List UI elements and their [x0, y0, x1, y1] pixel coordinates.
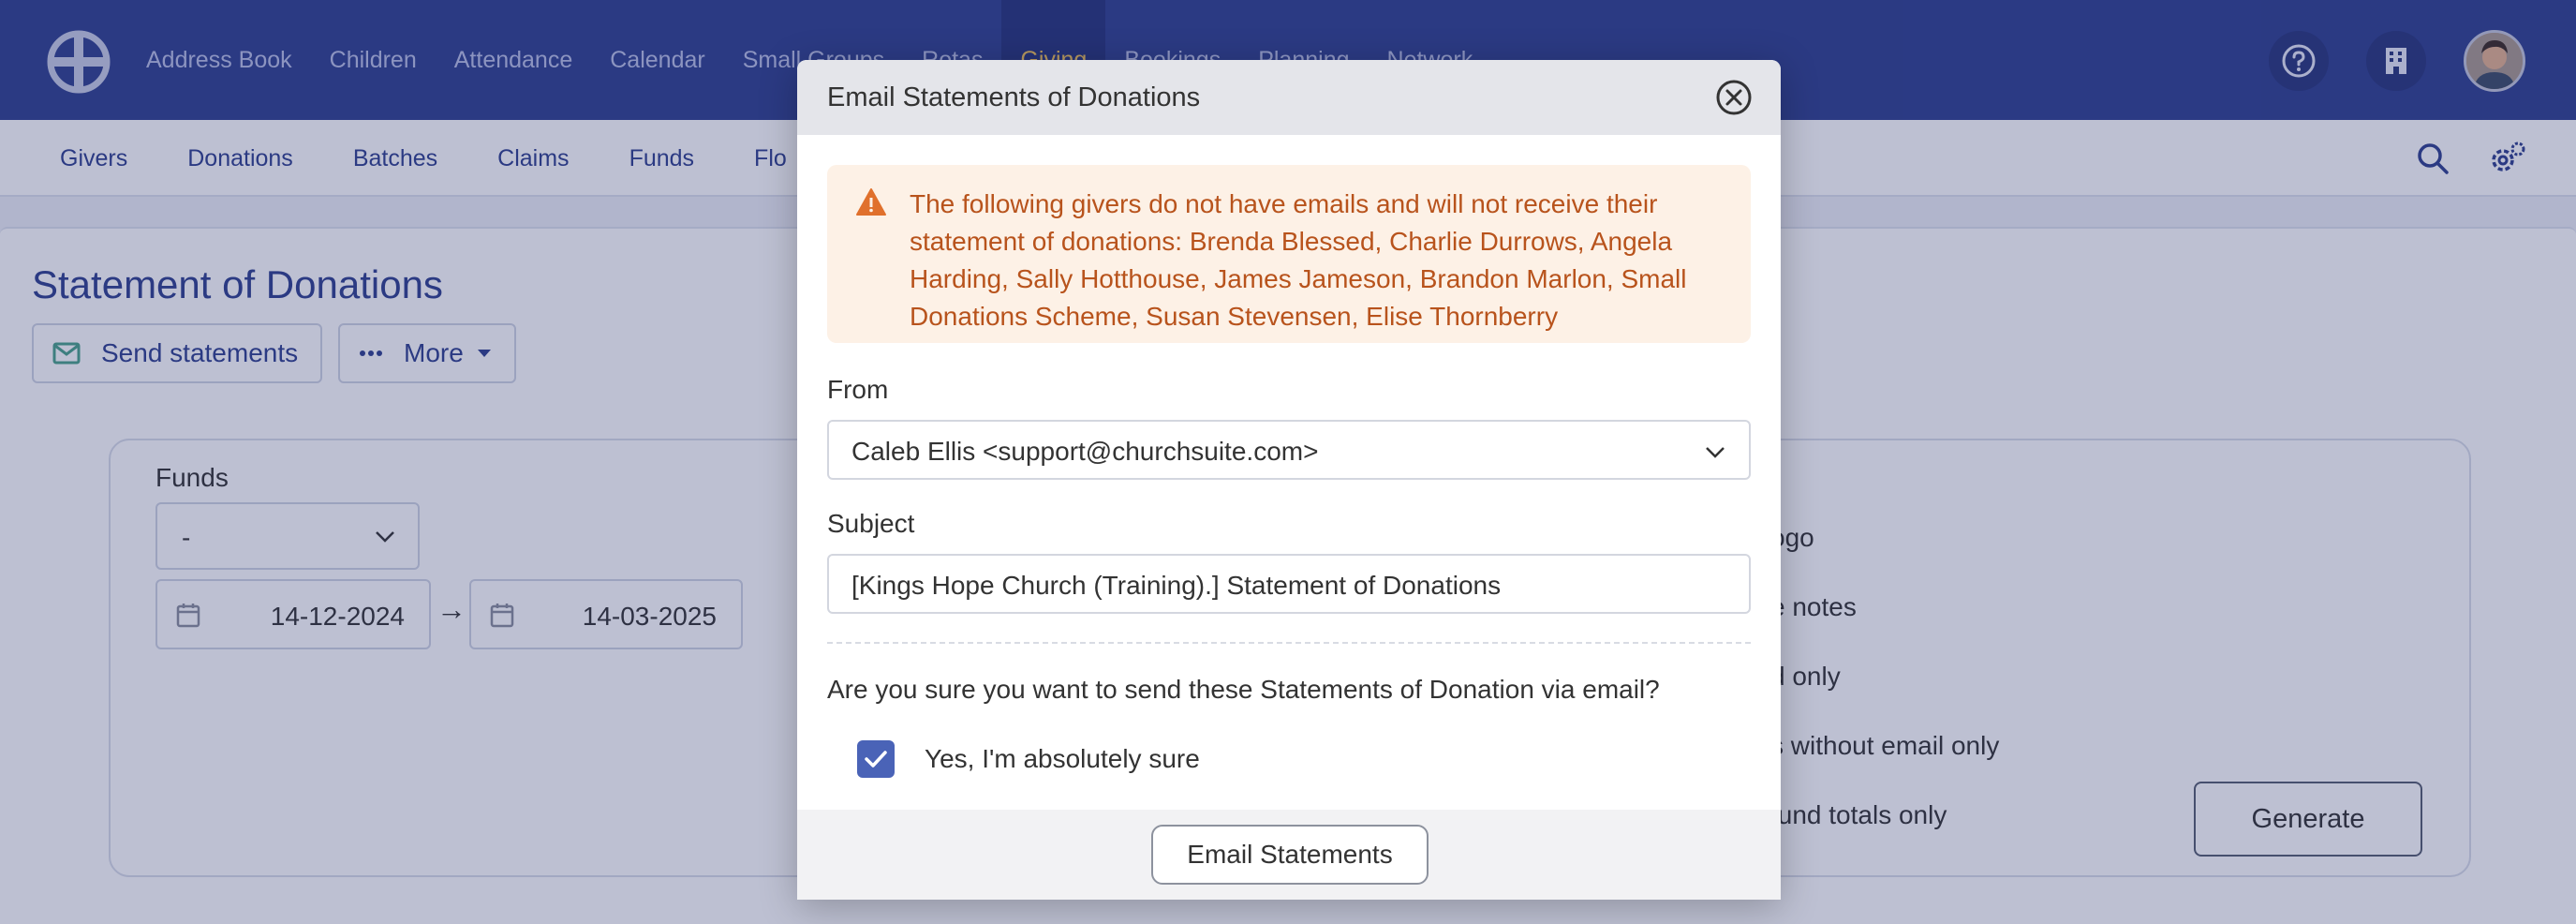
confirm-checkbox-label[interactable]: Yes, I'm absolutely sure [925, 744, 1200, 774]
subject-input[interactable]: [Kings Hope Church (Training).] Statemen… [827, 554, 1751, 614]
from-label: From [827, 375, 889, 404]
warning-icon [856, 188, 886, 216]
from-select-value: Caleb Ellis <support@churchsuite.com> [851, 437, 1319, 466]
subject-input-value: [Kings Hope Church (Training).] Statemen… [851, 571, 1502, 600]
modal-title: Email Statements of Donations [827, 82, 1201, 112]
chevron-down-icon [1706, 447, 1725, 458]
checkmark-icon [865, 751, 887, 768]
email-statements-button[interactable]: Email Statements [1151, 825, 1429, 885]
from-select[interactable]: Caleb Ellis <support@churchsuite.com> [827, 420, 1751, 480]
form-divider [827, 642, 1751, 644]
email-statements-modal: Email Statements of Donations The follow… [797, 60, 1781, 900]
close-icon[interactable] [1715, 79, 1753, 116]
confirm-question: Are you sure you want to send these Stat… [827, 675, 1660, 704]
confirm-checkbox[interactable] [857, 740, 895, 778]
modal-header: Email Statements of Donations [797, 60, 1781, 135]
modal-footer: Email Statements [797, 810, 1781, 900]
subject-label: Subject [827, 509, 915, 538]
missing-email-warning: The following givers do not have emails … [827, 165, 1751, 343]
warning-text: The following givers do not have emails … [910, 189, 1687, 331]
